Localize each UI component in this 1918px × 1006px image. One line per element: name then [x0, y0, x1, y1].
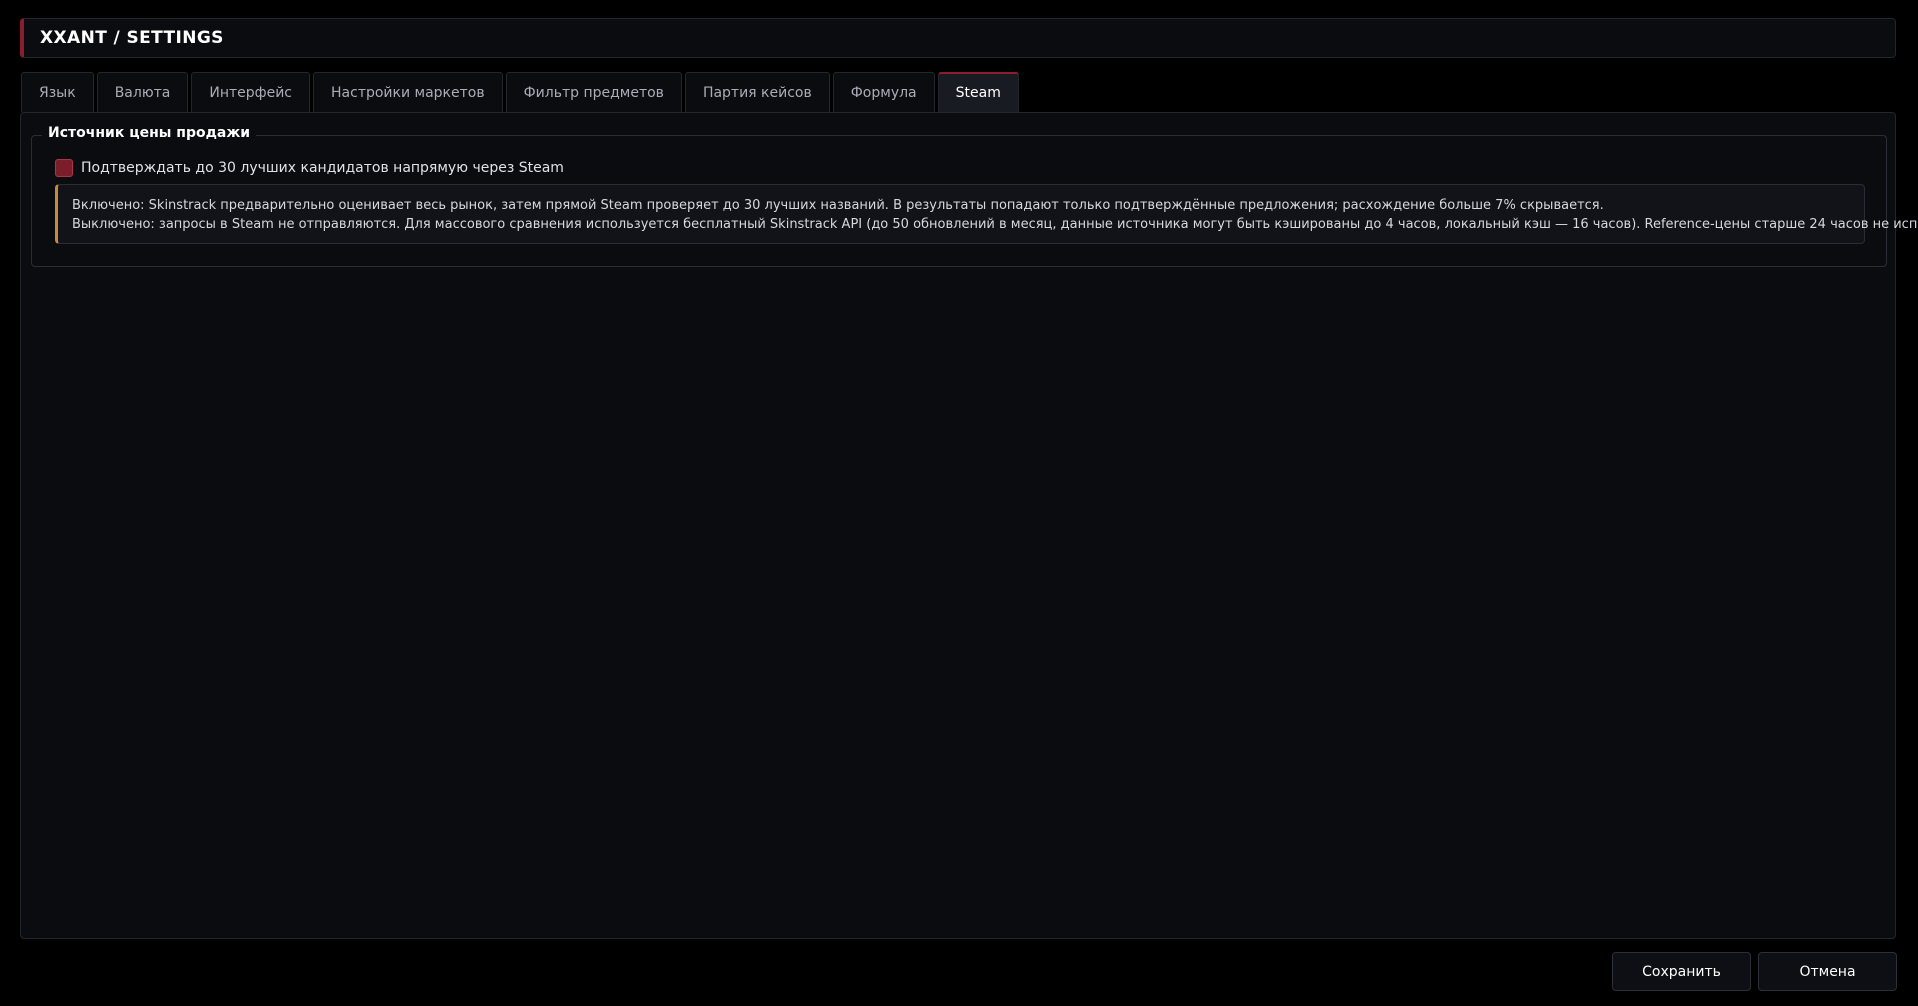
- steam-confirm-label[interactable]: Подтверждать до 30 лучших кандидатов нап…: [81, 160, 564, 176]
- tab-case-batch[interactable]: Партия кейсов: [684, 72, 830, 112]
- group-title: Источник цены продажи: [42, 125, 257, 141]
- settings-window: XXANT / SETTINGS Язык Валюта Интерфейс Н…: [0, 0, 1918, 1006]
- steam-confirm-option[interactable]: Подтверждать до 30 лучших кандидатов нап…: [55, 159, 564, 177]
- save-button[interactable]: Сохранить: [1612, 952, 1751, 991]
- tab-market-settings[interactable]: Настройки маркетов: [313, 72, 503, 112]
- info-line-disabled: Выключено: запросы в Steam не отправляют…: [72, 217, 1918, 232]
- settings-tabs: Язык Валюта Интерфейс Настройки маркетов…: [21, 72, 1019, 112]
- info-note: Включено: Skinstrack предварительно оцен…: [55, 184, 1918, 244]
- tab-formula[interactable]: Формула: [832, 72, 935, 112]
- tab-content-panel: Источник цены продажи Подтверждать до 30…: [20, 112, 1918, 939]
- cancel-button[interactable]: Отмена: [1758, 952, 1897, 991]
- title-bar: XXANT / SETTINGS: [20, 18, 1896, 58]
- info-line-enabled: Включено: Skinstrack предварительно оцен…: [72, 198, 1604, 213]
- window-title: XXANT / SETTINGS: [40, 28, 224, 48]
- tab-item-filter[interactable]: Фильтр предметов: [505, 72, 682, 112]
- tab-currency[interactable]: Валюта: [96, 72, 189, 112]
- sell-price-source-group: Источник цены продажи Подтверждать до 30…: [31, 125, 1918, 267]
- steam-confirm-checkbox[interactable]: [55, 159, 73, 177]
- tab-steam[interactable]: Steam: [937, 72, 1019, 112]
- tab-language[interactable]: Язык: [21, 72, 94, 112]
- tab-interface[interactable]: Интерфейс: [191, 72, 311, 112]
